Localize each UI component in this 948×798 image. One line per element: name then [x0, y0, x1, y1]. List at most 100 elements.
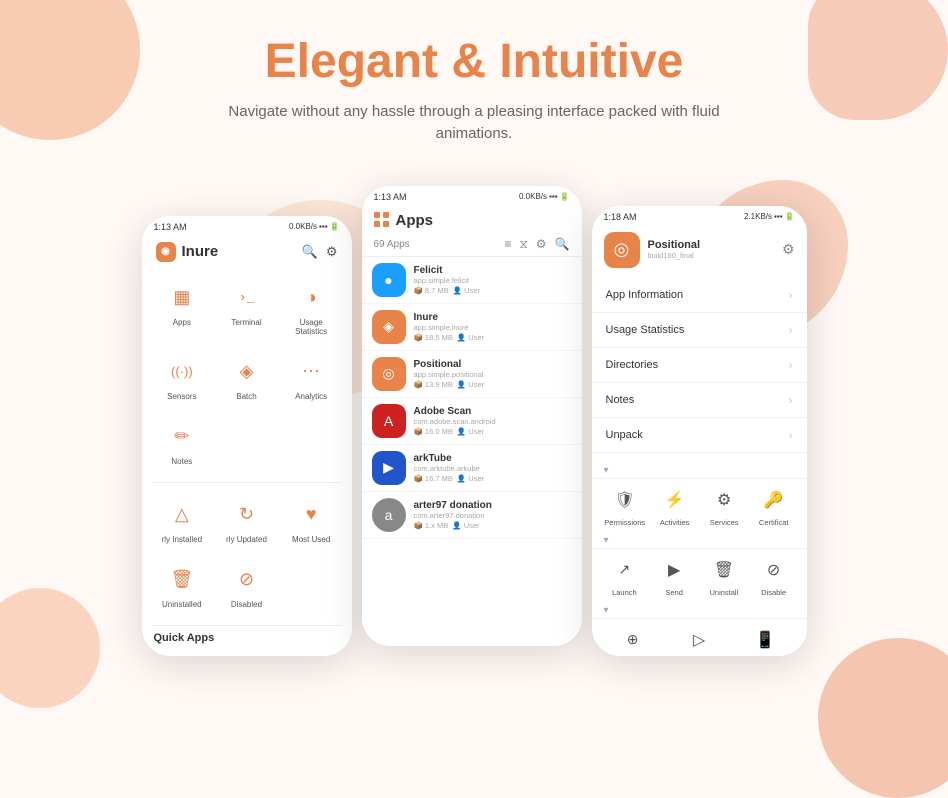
chevron-right-icon: › [789, 323, 793, 337]
action-permissions[interactable]: 🛡 Permissions [604, 485, 645, 527]
extract-icon: ⊕ [618, 625, 648, 652]
app-user: 👤 User [457, 380, 484, 389]
action-row2: ↗ Launch ▶ Send 🗑 Uninstall ⊘ Disable [592, 548, 807, 603]
app-info: Inure app.simple.inure 📦 18.5 MB 👤 User [414, 312, 572, 342]
disable-label: Disable [761, 588, 786, 597]
right-settings-icon[interactable]: ⚙ [782, 241, 795, 258]
launch-label: Launch [612, 588, 637, 597]
app-icon: A [372, 404, 406, 438]
most-used-label: Most Used [292, 535, 330, 544]
right-app-name-block: Positional build160_final [648, 239, 701, 260]
grid-item-notes[interactable]: ✏ Notes [152, 413, 213, 474]
terminal-label: Terminal [231, 318, 261, 327]
uninstall-icon: 🗑 [709, 555, 739, 585]
recently-installed-label: rly Installed [162, 535, 202, 544]
action-toggle1[interactable]: ▾ [592, 463, 807, 478]
usage-icon: ◑ [295, 282, 327, 314]
grid-item-batch[interactable]: ◈ Batch [216, 348, 277, 409]
recently-updated-icon: ↻ [230, 499, 262, 531]
action-row3: ⊕ Extract ▷ Play Store 📱 F-Droid [592, 618, 807, 652]
grid-item-disabled[interactable]: ⊘ Disabled [216, 556, 277, 617]
grid-item-apps[interactable]: ▦ Apps [152, 274, 213, 344]
grid-item-uninstalled[interactable]: 🗑 Uninstalled [152, 556, 213, 617]
grid-item-recently-installed[interactable]: △ rly Installed [152, 491, 213, 552]
action-launch[interactable]: ↗ Launch [604, 555, 644, 597]
center-toolbar: 69 Apps ≡ ⧖ ⚙ 🔍 [362, 235, 582, 257]
search-icon[interactable]: 🔍 [302, 244, 318, 260]
action-fdroid[interactable]: 📱 F-Droid [745, 625, 785, 652]
app-info: Adobe Scan com.adobe.scan.android 📦 16.0… [414, 406, 572, 436]
settings-icon[interactable]: ⚙ [326, 244, 338, 260]
grid-item-analytics[interactable]: ⋯ Analytics [281, 348, 342, 409]
app-list-item[interactable]: ◎ Positional app.simple.positional 📦 13.… [362, 351, 582, 398]
menu-item-app-information[interactable]: App Information › [592, 278, 807, 313]
menu-item-usage-statistics[interactable]: Usage Statistics › [592, 313, 807, 348]
menu-item-label: App Information [606, 289, 684, 301]
menu-item-directories[interactable]: Directories › [592, 348, 807, 383]
action-playstore[interactable]: ▷ Play Store [679, 625, 719, 652]
action-disable[interactable]: ⊘ Disable [754, 555, 794, 597]
right-time: 1:18 AM [604, 212, 637, 222]
certificate-label: Certificat [759, 518, 789, 527]
toolbar-settings-icon[interactable]: ⚙ [536, 237, 547, 251]
app-user: 👤 User [453, 286, 480, 295]
apps-label: Apps [173, 318, 191, 327]
center-battery-icon: 🔋 [560, 192, 570, 201]
menu-item-notes[interactable]: Notes › [592, 383, 807, 418]
app-user: 👤 User [457, 427, 484, 436]
app-name: Felicit [414, 265, 572, 276]
permissions-label: Permissions [604, 518, 645, 527]
left-app-header: Inure 🔍 ⚙ [142, 234, 352, 268]
app-size: 📦 18.5 MB [414, 333, 453, 342]
left-signal-info: 0.0KB/s [289, 222, 317, 231]
menu-item-unpack[interactable]: Unpack › [592, 418, 807, 453]
grid-item-most-used[interactable]: ♥ Most Used [281, 491, 342, 552]
action-send[interactable]: ▶ Send [654, 555, 694, 597]
app-name: Positional [414, 359, 572, 370]
action-certificate[interactable]: 🔑 Certificat [754, 485, 794, 527]
app-user: 👤 User [452, 521, 479, 530]
grid-dot2 [383, 212, 389, 218]
app-list-item[interactable]: A Adobe Scan com.adobe.scan.android 📦 16… [362, 398, 582, 445]
grid-item-recently-updated[interactable]: ↻ rly Updated [216, 491, 277, 552]
action-activities[interactable]: ⚡ Activities [655, 485, 695, 527]
center-app-header: Apps [362, 204, 582, 235]
action-uninstall[interactable]: 🗑 Uninstall [704, 555, 744, 597]
action-extract[interactable]: ⊕ Extract [613, 625, 653, 652]
sensors-label: Sensors [167, 392, 196, 401]
action-toggle2[interactable]: ▾ [592, 533, 807, 548]
right-phone: 1:18 AM 2.1KB/s ▪▪▪ 🔋 ◎ Positional build… [592, 206, 807, 656]
activities-icon: ⚡ [660, 485, 690, 515]
toolbar-search-icon[interactable]: 🔍 [555, 237, 570, 251]
left-time: 1:13 AM [154, 222, 187, 232]
activities-label: Activities [660, 518, 690, 527]
right-app-header: ◎ Positional build160_final ⚙ [592, 224, 807, 274]
app-meta: 📦 16.0 MB 👤 User [414, 427, 572, 436]
app-meta: 📦 13.9 MB 👤 User [414, 380, 572, 389]
action-services[interactable]: ⚙ Services [704, 485, 744, 527]
app-size: 📦 1.x MB [414, 521, 449, 530]
center-signal-icon: ▪▪▪ [549, 192, 558, 201]
action-toggle3[interactable]: ▾ [592, 603, 807, 618]
app-list-item[interactable]: ● Felicit app.simple.felicit 📦 8.7 MB 👤 … [362, 257, 582, 304]
app-pkg: com.arktube.arkube [414, 464, 572, 473]
grid-item-sensors[interactable]: ((·)) Sensors [152, 348, 213, 409]
header: Elegant & Intuitive Navigate without any… [0, 0, 948, 166]
grid-item-terminal[interactable]: ›_ Terminal [216, 274, 277, 344]
app-size: 📦 8.7 MB [414, 286, 449, 295]
app-list-item[interactable]: ▶ arkTube com.arktube.arkube 📦 16.7 MB 👤… [362, 445, 582, 492]
quick-apps-row: ◎ ◉ ◈ [142, 648, 352, 652]
grid-item-usage[interactable]: ◑ Usage Statistics [281, 274, 342, 344]
filter-icon[interactable]: ≡ [504, 237, 511, 251]
left-phone: 1:13 AM 0.0KB/s ▪▪▪ 🔋 Inure 🔍 ⚙ [142, 216, 352, 656]
sensors-icon: ((·)) [166, 356, 198, 388]
uninstalled-label: Uninstalled [162, 600, 202, 609]
app-info: Felicit app.simple.felicit 📦 8.7 MB 👤 Us… [414, 265, 572, 295]
left-app-name: Inure [182, 243, 219, 260]
app-list-item[interactable]: ◈ Inure app.simple.inure 📦 18.5 MB 👤 Use… [362, 304, 582, 351]
divider1 [152, 482, 342, 483]
app-icon: ◎ [372, 357, 406, 391]
funnel-icon[interactable]: ⧖ [519, 237, 527, 252]
app-list-item[interactable]: a arter97 donation com.arter97.donation … [362, 492, 582, 539]
right-battery-icon: 🔋 [785, 212, 795, 221]
